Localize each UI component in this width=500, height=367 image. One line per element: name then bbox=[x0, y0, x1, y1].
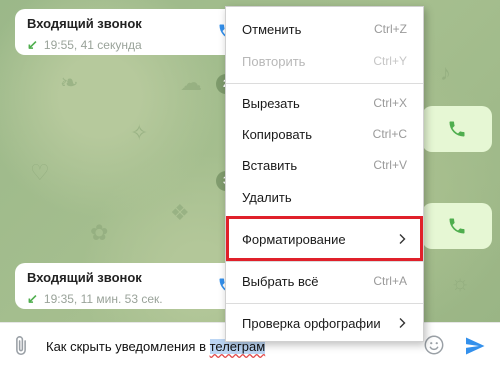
call-title: Входящий звонок bbox=[27, 16, 142, 31]
message-bubble-incoming-call[interactable]: Входящий звонок ↙ 19:35, 11 мин. 53 сек. bbox=[15, 263, 243, 309]
menu-separator bbox=[226, 303, 423, 304]
menu-item-label: Копировать bbox=[242, 126, 312, 142]
menu-separator bbox=[226, 83, 423, 84]
doodle-note-icon: ♪ bbox=[440, 60, 451, 85]
menu-item-label: Удалить bbox=[242, 189, 292, 205]
menu-item-paste[interactable]: Вставить Ctrl+V bbox=[226, 151, 423, 179]
menu-item-label: Повторить bbox=[242, 53, 306, 69]
incoming-arrow-icon: ↙ bbox=[27, 291, 38, 306]
doodle-cloud-icon: ☁ bbox=[180, 70, 202, 95]
menu-item-spellcheck[interactable]: Проверка орфографии bbox=[226, 309, 423, 337]
call-meta: ↙ 19:55, 41 секунда bbox=[27, 37, 231, 53]
menu-item-shortcut: Ctrl+C bbox=[372, 127, 407, 141]
menu-item-label: Вставить bbox=[242, 157, 298, 173]
menu-item-shortcut: Ctrl+A bbox=[373, 274, 407, 288]
doodle-star-icon: ✧ bbox=[130, 120, 149, 145]
doodle-heart-icon: ♡ bbox=[30, 160, 50, 185]
call-meta: ↙ 19:35, 11 мин. 53 сек. bbox=[27, 291, 231, 307]
doodle-flower-icon: ✿ bbox=[90, 220, 109, 245]
doodle-gift-icon: ❖ bbox=[170, 200, 190, 225]
message-bubble-outgoing-call[interactable] bbox=[422, 106, 492, 152]
menu-item-label: Отменить bbox=[242, 21, 302, 37]
send-icon[interactable] bbox=[463, 334, 487, 358]
message-input-text: Как скрыть уведомления в bbox=[46, 339, 210, 354]
menu-item-label: Проверка орфографии bbox=[242, 315, 381, 331]
menu-item-shortcut: Ctrl+Y bbox=[373, 54, 407, 68]
call-meta-text: 19:55, 41 секунда bbox=[43, 38, 142, 52]
menu-item-undo[interactable]: Отменить Ctrl+Z bbox=[226, 15, 423, 43]
call-meta-text: 19:35, 11 мин. 53 сек. bbox=[43, 292, 163, 306]
doodle-leaf-icon: ❧ bbox=[60, 70, 79, 95]
doodle-sun-icon: ☼ bbox=[450, 270, 471, 295]
menu-item-redo: Повторить Ctrl+Y bbox=[226, 47, 423, 75]
chevron-right-icon bbox=[399, 318, 406, 328]
menu-item-shortcut: Ctrl+Z bbox=[374, 22, 407, 36]
message-bubble-outgoing-call[interactable] bbox=[422, 203, 492, 249]
menu-item-label: Выбрать всё bbox=[242, 273, 319, 289]
smile-icon[interactable] bbox=[423, 334, 445, 356]
menu-item-label: Вырезать bbox=[242, 95, 300, 111]
menu-item-shortcut: Ctrl+V bbox=[373, 158, 407, 172]
call-title: Входящий звонок bbox=[27, 270, 142, 285]
incoming-arrow-icon: ↙ bbox=[27, 37, 38, 52]
menu-item-delete[interactable]: Удалить bbox=[226, 183, 423, 211]
menu-item-cut[interactable]: Вырезать Ctrl+X bbox=[226, 89, 423, 117]
paperclip-icon[interactable] bbox=[10, 335, 32, 357]
message-bubble-incoming-call[interactable]: Входящий звонок ↙ 19:55, 41 секунда bbox=[15, 9, 243, 55]
annotation-highlight-box bbox=[226, 216, 423, 261]
menu-separator bbox=[226, 261, 423, 262]
phone-icon[interactable] bbox=[447, 216, 467, 236]
menu-item-select-all[interactable]: Выбрать всё Ctrl+A bbox=[226, 267, 423, 295]
menu-item-copy[interactable]: Копировать Ctrl+C bbox=[226, 120, 423, 148]
context-menu: Отменить Ctrl+Z Повторить Ctrl+Y Вырезат… bbox=[225, 6, 424, 342]
phone-icon[interactable] bbox=[447, 119, 467, 139]
menu-item-shortcut: Ctrl+X bbox=[373, 96, 407, 110]
